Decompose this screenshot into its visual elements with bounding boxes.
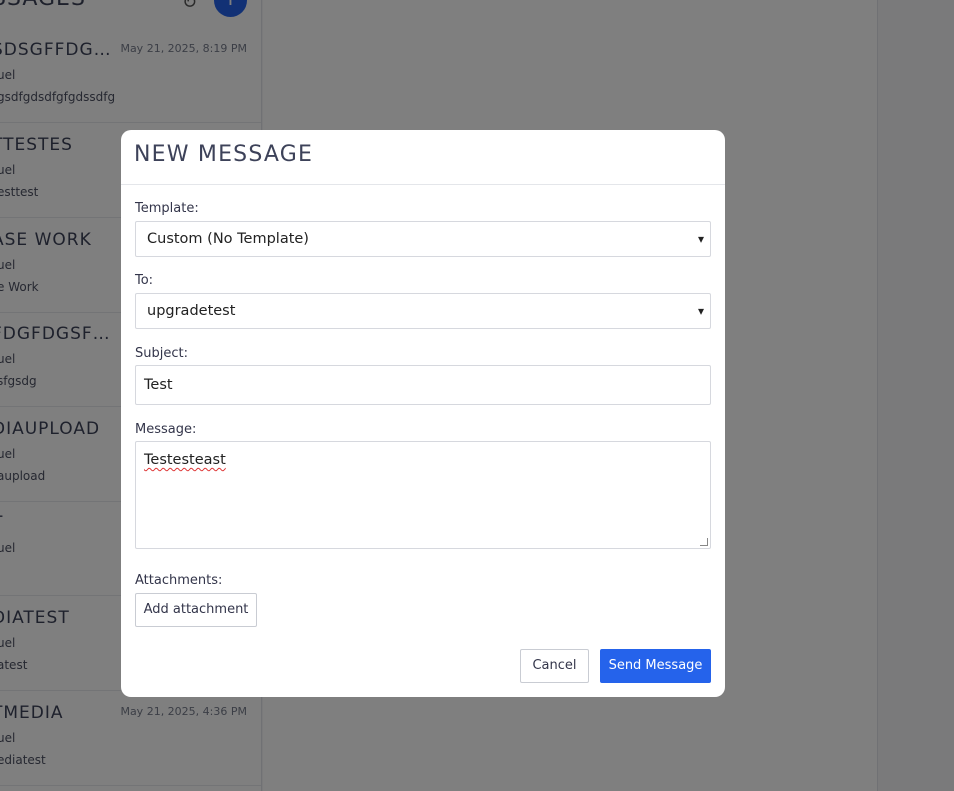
chevron-down-icon: ▾ [697,232,704,246]
new-message-dialog: NEW MESSAGE Template: Custom (No Templat… [121,130,725,697]
recipient-select-value: upgradetest [147,303,236,319]
chevron-down-icon: ▾ [697,304,704,318]
add-attachment-button[interactable]: Add attachment [135,593,257,627]
template-select[interactable]: Custom (No Template) ▾ [135,221,711,257]
message-label: Message: [135,422,197,437]
subject-input[interactable]: Test [135,365,711,405]
cancel-button[interactable]: Cancel [520,649,589,683]
subject-input-value: Test [144,377,173,393]
dialog-header: NEW MESSAGE [121,130,725,185]
resize-handle-icon[interactable] [700,538,708,546]
send-message-button[interactable]: Send Message [600,649,711,683]
subject-label: Subject: [135,346,188,361]
attachments-label: Attachments: [135,573,223,588]
template-select-value: Custom (No Template) [147,231,309,247]
to-label: To: [135,273,154,288]
message-textarea[interactable]: Testesteast [135,441,711,549]
message-textarea-value: Testesteast [144,452,226,468]
recipient-select[interactable]: upgradetest ▾ [135,293,711,329]
template-label: Template: [135,201,199,216]
dialog-title: NEW MESSAGE [134,142,314,167]
